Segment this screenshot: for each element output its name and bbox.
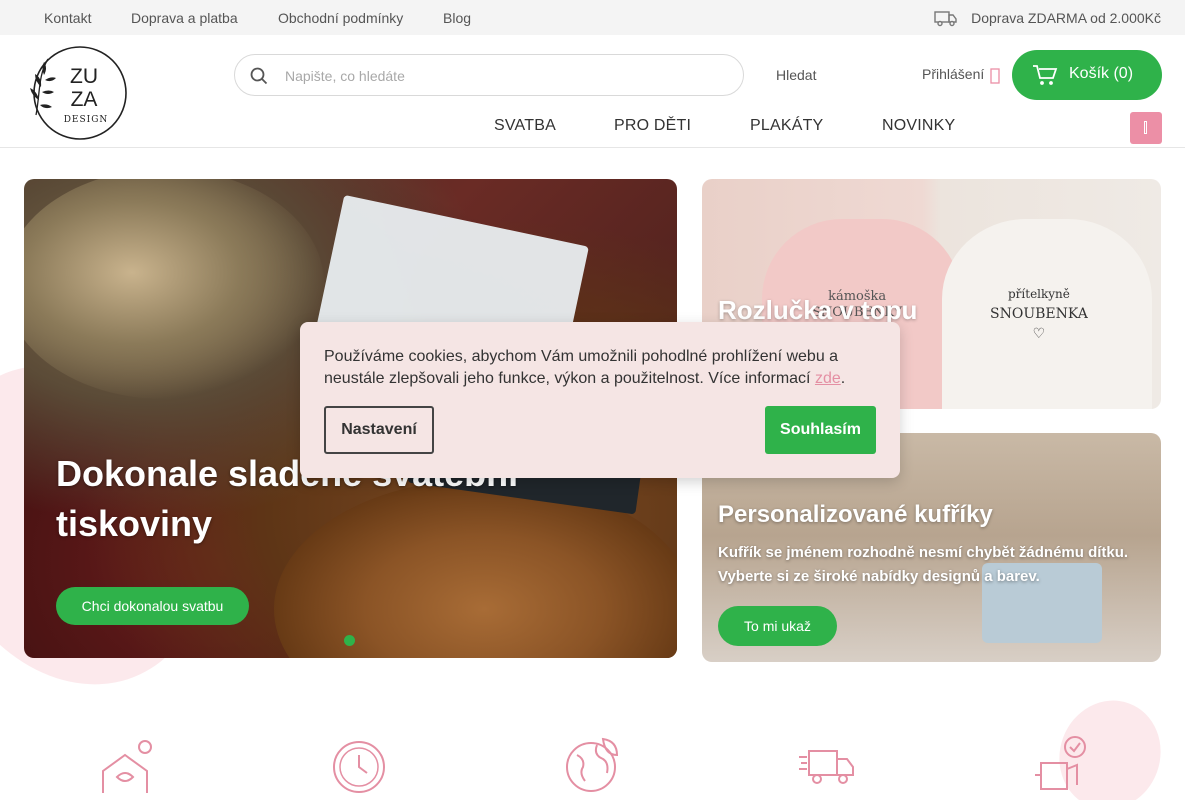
search-button[interactable]: Hledat [776,67,816,83]
delivery-truck-icon [799,750,854,784]
menu-toggle-button[interactable] [1130,112,1162,144]
topbar-link-blog[interactable]: Blog [443,10,471,26]
nav-item-svatba[interactable]: SVATBA [494,117,556,135]
tile-title: Personalizované kufříky [718,501,993,528]
cookie-settings-button[interactable]: Nastavení [324,406,434,454]
topbar-link-contact[interactable]: Kontakt [44,10,91,26]
menu-icon [1144,121,1147,134]
search-box [234,54,744,96]
nav-item-pro-deti[interactable]: PRO DĚTI [614,117,691,135]
nav-item-plakaty[interactable]: PLAKÁTY [750,117,823,135]
handmade-icon [102,740,152,793]
cart-icon [1033,65,1058,85]
dried-flowers-image [24,179,324,399]
package-check-icon [1035,736,1086,790]
cookie-more-info-link[interactable]: zde [815,370,841,387]
truck-icon [934,11,957,27]
hero-cta-button[interactable]: Chci dokonalou svatbu [56,587,249,625]
topbar-link-shipping-payment[interactable]: Doprava a platba [131,10,238,26]
slider-dot-active[interactable] [344,635,355,646]
cookie-period: . [840,370,846,387]
cookie-text: Používáme cookies, abychom Vám umožnili … [324,348,839,387]
user-icon[interactable] [990,68,1000,84]
top-bar: Kontakt Doprava a platba Obchodní podmín… [0,0,1185,35]
topbar-link-terms[interactable]: Obchodní podmínky [278,10,403,26]
sweater-print-line: přítelkyně [1007,287,1070,301]
sweater-print-heart: ♡ [1032,326,1046,342]
sweater-print-right: přítelkyně SNOUBENKA ♡ [990,284,1088,344]
cookie-message: Používáme cookies, abychom Vám umožnili … [324,346,880,390]
free-shipping-notice: Doprava ZDARMA od 2.000Kč [971,10,1161,26]
zuza-design-logo[interactable]: ZU ZA DESIGN [24,45,136,141]
search-icon [250,67,268,85]
tile-description: Kufřík se jménem rozhodně nesmí chybět ž… [718,544,1129,585]
cookie-consent-dialog: Používáme cookies, abychom Vám umožnili … [300,322,900,478]
svg-text:ZU: ZU [70,65,98,88]
cart-button[interactable]: Košík (0) [1012,50,1162,100]
svg-text:DESIGN: DESIGN [64,115,109,125]
nav-item-novinky[interactable]: NOVINKY [882,117,955,135]
site-header: ZU ZA DESIGN Hledat Přihlášení Košík (0)… [0,35,1185,148]
svg-text:ZA: ZA [71,88,98,111]
sweater-print-line: SNOUBENKA [990,306,1088,322]
search-input[interactable] [285,63,725,89]
eco-globe-icon [566,737,619,792]
tile-cta-button[interactable]: To mi ukaž [718,606,837,646]
cookie-accept-button[interactable]: Souhlasím [765,406,876,454]
clock-icon [333,741,385,793]
login-link[interactable]: Přihlášení [922,66,984,82]
cart-label: Košík (0) [1069,65,1134,82]
